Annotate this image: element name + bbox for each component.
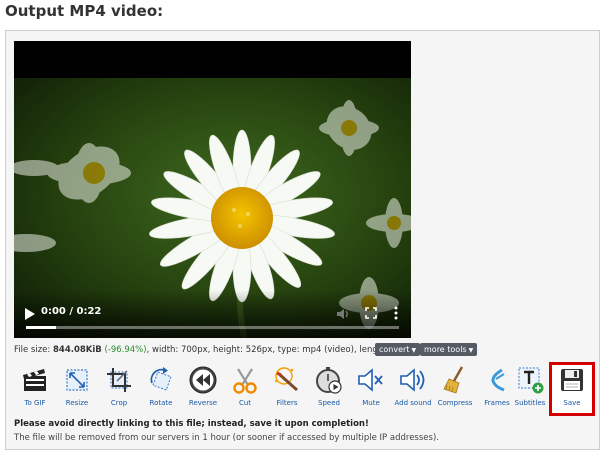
speaker-sound-icon <box>400 368 425 392</box>
time-display: 0:00 / 0:22 <box>41 306 102 317</box>
caret-down-icon: ▼ <box>468 347 474 354</box>
tool-label: Add sound <box>394 399 432 407</box>
tool-crop[interactable]: Crop <box>98 365 140 411</box>
progress-fill <box>26 326 56 329</box>
progress-bar[interactable] <box>26 326 399 329</box>
clapperboard-icon <box>23 369 46 391</box>
frames-icon <box>491 368 505 392</box>
tool-mute[interactable]: Mute <box>350 365 392 411</box>
video-controls: 0:00 / 0:22 <box>14 290 411 338</box>
file-size-label: File size: <box>14 345 51 355</box>
tool-reverse[interactable]: Reverse <box>182 365 224 411</box>
tool-cut[interactable]: Cut <box>224 365 266 411</box>
more-options-icon[interactable] <box>394 306 398 320</box>
tool-label: Subtitles <box>514 399 546 407</box>
tool-label: Speed <box>318 399 340 407</box>
tool-label: Compress <box>437 399 473 407</box>
more-tools-dropdown[interactable]: more tools ▼ <box>420 343 478 356</box>
fullscreen-icon[interactable] <box>365 307 377 319</box>
linking-warning: Please avoid directly linking to this fi… <box>14 419 369 429</box>
tool-label: Reverse <box>188 399 218 407</box>
tool-label: Crop <box>110 399 128 407</box>
tool-label: Save <box>563 399 581 407</box>
rewind-icon <box>189 366 217 394</box>
more-tools-label: more tools <box>424 345 467 354</box>
floppy-disk-icon <box>561 369 583 391</box>
tool-add-sound[interactable]: Add sound <box>392 365 434 411</box>
play-icon[interactable] <box>24 307 36 321</box>
speaker-mute-icon <box>358 368 383 392</box>
caret-down-icon: ▼ <box>411 347 417 354</box>
size-change-percent: (-96.94%) <box>104 345 147 355</box>
resize-icon <box>66 369 88 391</box>
tool-filters[interactable]: Filters <box>266 365 308 411</box>
tool-save[interactable]: Save <box>551 365 593 411</box>
volume-icon[interactable] <box>336 307 350 321</box>
tool-label: Mute <box>362 399 380 407</box>
broom-icon <box>443 366 464 394</box>
crop-icon <box>107 368 131 392</box>
tool-label: Filters <box>276 399 298 407</box>
tool-label: To GIF <box>24 399 46 407</box>
magic-wand-icon <box>274 367 298 392</box>
convert-dropdown[interactable]: convert ▼ <box>375 343 421 356</box>
tool-resize[interactable]: Resize <box>56 365 98 411</box>
rotate-icon <box>150 367 172 391</box>
removal-notice: The file will be removed from our server… <box>14 433 439 443</box>
tool-to-gif[interactable]: To GIF <box>14 365 56 411</box>
convert-label: convert <box>379 345 410 354</box>
subtitles-icon <box>518 367 544 394</box>
scissors-icon <box>233 368 257 394</box>
tool-subtitles[interactable]: Subtitles <box>509 365 551 411</box>
tool-speed[interactable]: Speed <box>308 365 350 411</box>
tool-label: Rotate <box>149 399 173 407</box>
tool-compress[interactable]: Compress <box>434 365 476 411</box>
video-player[interactable]: 0:00 / 0:22 <box>14 41 411 338</box>
file-size: 844.08KiB <box>52 345 102 355</box>
tool-label: Cut <box>238 399 252 407</box>
stopwatch-icon <box>316 367 342 394</box>
page-title: Output MP4 video: <box>5 2 164 20</box>
tool-label: Resize <box>65 399 89 407</box>
tool-rotate[interactable]: Rotate <box>140 365 182 411</box>
